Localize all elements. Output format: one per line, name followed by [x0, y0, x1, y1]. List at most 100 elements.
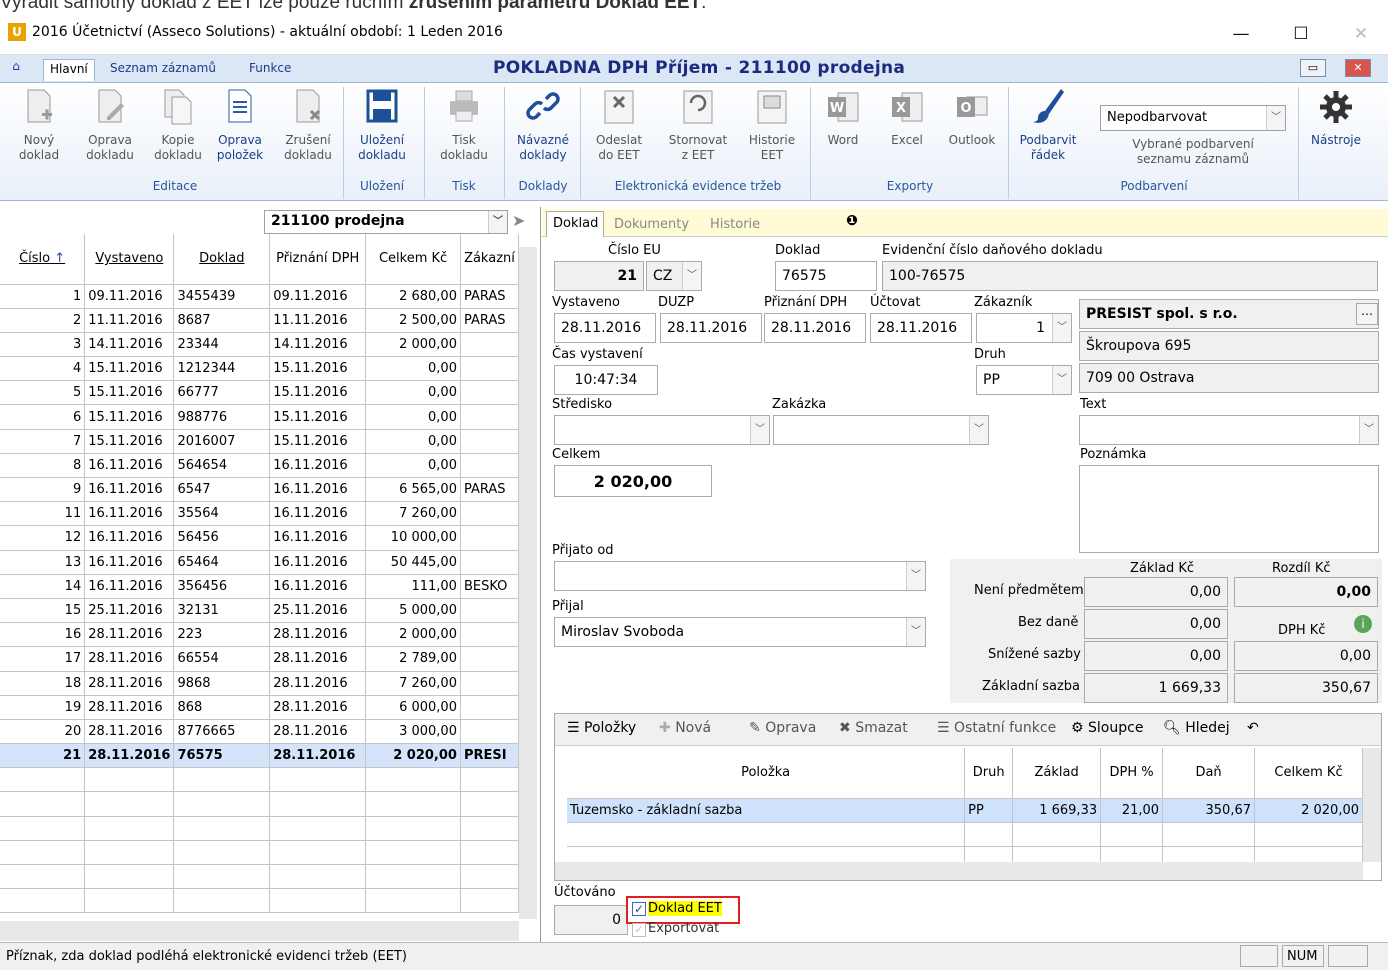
- table-row[interactable]: 14 16.11.2016 356456 16.11.2016 111,00 BESKO: [0, 574, 520, 599]
- cancel-document-button[interactable]: Zrušení dokladu: [278, 87, 338, 179]
- customer-lookup-button[interactable]: …: [1356, 303, 1378, 325]
- color-row-button[interactable]: Podbarvit řádek: [1014, 87, 1082, 179]
- table-row[interactable]: 19 28.11.2016 868 28.11.2016 6 000,00: [0, 695, 520, 720]
- edit-items-button[interactable]: Oprava položek: [210, 87, 270, 179]
- home-icon[interactable]: ⌂: [6, 59, 26, 81]
- export-outlook-button[interactable]: O Outlook: [942, 87, 1002, 179]
- col-polozka[interactable]: Položka: [567, 748, 966, 799]
- search-button[interactable]: 🔍︎ Hledej: [1163, 720, 1230, 736]
- table-row[interactable]: 2 11.11.2016 8687 11.11.2016 2 500,00 PARAS: [0, 308, 520, 333]
- field-priznani[interactable]: 28.11.2016: [764, 313, 866, 343]
- info-green-icon[interactable]: i: [1354, 615, 1372, 633]
- tab-dokumenty[interactable]: Dokumenty: [608, 213, 695, 236]
- tab-funkce[interactable]: Funkce: [243, 59, 297, 81]
- table-row[interactable]: 16 28.11.2016 223 28.11.2016 2 000,00: [0, 622, 520, 648]
- new-document-button[interactable]: Nový doklad: [10, 87, 68, 179]
- list-vertical-scrollbar[interactable]: [519, 247, 537, 919]
- checkbox-doklad-eet[interactable]: ✓: [632, 902, 646, 916]
- table-row[interactable]: 9 16.11.2016 6547 16.11.2016 6 565,00 PARAS: [0, 477, 520, 503]
- table-row[interactable]: 12 16.11.2016 56456 16.11.2016 10 000,00: [0, 525, 520, 551]
- field-zakaznik[interactable]: 1 ﹀: [976, 313, 1072, 343]
- table-row[interactable]: 3 14.11.2016 23344 14.11.2016 2 000,00: [0, 332, 520, 358]
- minimize-button[interactable]: —: [1218, 19, 1264, 49]
- table-row[interactable]: 6 15.11.2016 988776 15.11.2016 0,00: [0, 404, 520, 430]
- field-prijal[interactable]: Miroslav Svoboda ﹀: [554, 617, 926, 647]
- mdi-close-button[interactable]: ✕: [1345, 59, 1371, 77]
- table-row[interactable]: 1 09.11.2016 3455439 09.11.2016 2 680,00 PARA…: [0, 284, 520, 309]
- items-button[interactable]: ☰ Položky: [567, 720, 636, 736]
- tools-button[interactable]: Nástroje: [1304, 87, 1368, 179]
- field-text[interactable]: ﹀: [1079, 415, 1379, 445]
- info-icon[interactable]: ❶: [846, 213, 858, 229]
- table-row[interactable]: 20 28.11.2016 8776665 28.11.2016 3 000,00: [0, 719, 520, 745]
- table-row[interactable]: 7 15.11.2016 2016007 15.11.2016 0,00: [0, 429, 520, 454]
- col-celkem[interactable]: Celkem Kč: [365, 234, 461, 285]
- mdi-restore-button[interactable]: ▭: [1300, 59, 1326, 77]
- other-functions-button[interactable]: ☰ Ostatní funkce: [937, 720, 1056, 736]
- register-select[interactable]: 211100 prodejna ﹀: [264, 210, 508, 234]
- undo-icon[interactable]: ↶: [1247, 720, 1259, 736]
- col-cislo[interactable]: Číslo ↑: [0, 234, 86, 285]
- items-horizontal-scrollbar[interactable]: [555, 862, 1363, 880]
- table-row[interactable]: 11 16.11.2016 35564 16.11.2016 7 260,00: [0, 501, 520, 527]
- col-celkem-kc[interactable]: Celkem Kč: [1254, 748, 1363, 799]
- item-row[interactable]: Tuzemsko - základní sazba PP 1 669,33 21,00…: [567, 798, 1363, 823]
- arrow-right-icon[interactable]: ➤: [512, 211, 536, 233]
- vat-dph: 350,67: [1234, 673, 1378, 703]
- print-document-button[interactable]: Tisk dokladu: [434, 87, 494, 179]
- eet-history-button[interactable]: Historie EET: [740, 87, 804, 179]
- color-select[interactable]: Nepodbarvovat ﹀: [1100, 105, 1286, 131]
- tab-seznam-zaznamu[interactable]: Seznam záznamů: [104, 59, 222, 81]
- linked-documents-button[interactable]: Návazné doklady: [510, 87, 576, 179]
- tab-doklad[interactable]: Doklad: [546, 211, 604, 237]
- col-dan[interactable]: Daň: [1162, 748, 1256, 799]
- columns-button[interactable]: ⚙ Sloupce: [1071, 720, 1143, 736]
- new-item-button[interactable]: ✚ Nová: [659, 720, 711, 736]
- table-row[interactable]: 15 25.11.2016 32131 25.11.2016 5 000,00: [0, 598, 520, 624]
- field-prijato-od[interactable]: ﹀: [554, 561, 926, 591]
- table-row[interactable]: 17 28.11.2016 66554 28.11.2016 2 789,00: [0, 646, 520, 672]
- field-zakazka[interactable]: ﹀: [773, 415, 989, 445]
- tab-historie[interactable]: Historie: [704, 213, 766, 236]
- save-document-button[interactable]: Uložení dokladu: [352, 87, 412, 179]
- field-celkem[interactable]: 2 020,00: [554, 465, 712, 497]
- field-zeme[interactable]: CZ ﹀: [646, 261, 702, 291]
- table-row[interactable]: 18 28.11.2016 9868 28.11.2016 7 260,00: [0, 671, 520, 696]
- table-row[interactable]: 4 15.11.2016 1212344 15.11.2016 0,00: [0, 356, 520, 382]
- field-cas-vystaveni[interactable]: 10:47:34: [554, 365, 658, 395]
- field-stredisko[interactable]: ﹀: [554, 415, 770, 445]
- list-horizontal-scrollbar[interactable]: [0, 921, 519, 941]
- delete-item-button[interactable]: ✖ Smazat: [839, 720, 908, 736]
- field-vystaveno[interactable]: 28.11.2016: [554, 313, 656, 343]
- col-vystaveno[interactable]: Vystaveno: [84, 234, 175, 285]
- field-cislo[interactable]: 21: [554, 261, 644, 291]
- col-druh[interactable]: Druh: [964, 748, 1014, 799]
- close-button[interactable]: ✕: [1338, 19, 1384, 49]
- col-dph[interactable]: DPH %: [1100, 748, 1164, 799]
- copy-document-button[interactable]: Kopie dokladu: [148, 87, 208, 179]
- col-doklad[interactable]: Doklad: [173, 234, 271, 285]
- export-excel-button[interactable]: X Excel: [882, 87, 932, 179]
- send-eet-button[interactable]: Odeslat do EET: [588, 87, 650, 179]
- storno-eet-button[interactable]: Stornovat z EET: [660, 87, 736, 179]
- col-zakaznik[interactable]: Zákazní: [460, 234, 520, 285]
- field-duzp[interactable]: 28.11.2016: [660, 313, 762, 343]
- field-poznamka[interactable]: [1079, 465, 1379, 553]
- table-row-selected[interactable]: 21 28.11.2016 76575 28.11.2016 2 020,00 PRESI: [0, 743, 520, 769]
- col-zaklad[interactable]: Základ: [1012, 748, 1102, 799]
- tab-hlavni[interactable]: Hlavní: [43, 59, 95, 81]
- edit-item-button[interactable]: ✎ Oprava: [749, 720, 816, 736]
- export-word-button[interactable]: W Word: [818, 87, 868, 179]
- items-vertical-scrollbar[interactable]: [1363, 748, 1381, 862]
- field-uctovat[interactable]: 28.11.2016: [870, 313, 972, 343]
- field-evidencni-cislo[interactable]: 100-76575: [882, 261, 1378, 291]
- maximize-button[interactable]: ☐: [1278, 19, 1324, 49]
- checkbox-exportovat[interactable]: ✓: [632, 923, 646, 937]
- edit-document-button[interactable]: Oprava dokladu: [80, 87, 140, 179]
- table-row[interactable]: 5 15.11.2016 66777 15.11.2016 0,00: [0, 380, 520, 406]
- field-druh[interactable]: PP ﹀: [976, 365, 1072, 395]
- col-priznani[interactable]: Přiznání DPH: [269, 234, 367, 285]
- table-row[interactable]: 8 16.11.2016 564654 16.11.2016 0,00: [0, 453, 520, 479]
- table-row[interactable]: 13 16.11.2016 65464 16.11.2016 50 445,00: [0, 550, 520, 575]
- field-doklad[interactable]: 76575: [775, 261, 877, 291]
